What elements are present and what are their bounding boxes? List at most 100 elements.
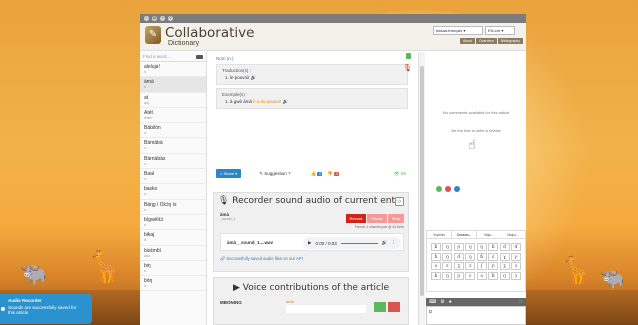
audio-format: Format: 1 channel pcm @ 44.1kHz	[354, 225, 404, 229]
keyboard-key[interactable]: ɣ	[499, 252, 510, 261]
search-icon[interactable]: ⚲	[168, 16, 173, 21]
volume-icon[interactable]: 🔊	[382, 240, 388, 246]
word-list-sidebar: Find a word... aleluja! n. àmà n. at adj. Atèt…	[140, 52, 207, 325]
about-link[interactable]: About	[459, 38, 476, 44]
keyboard-key[interactable]: ɔ	[511, 271, 521, 280]
tab-majuscules-1[interactable]: Maju...	[477, 231, 501, 238]
keyboard-key[interactable]: ɔ	[511, 262, 521, 270]
edit-badge-icon[interactable]	[406, 53, 411, 59]
word-list-item[interactable]: bóŋ n.	[140, 276, 206, 292]
approve-button[interactable]	[374, 302, 386, 312]
keyboard-key[interactable]: ʌ	[476, 271, 487, 280]
language-pair-select[interactable]: basaa-français ▾	[433, 26, 483, 35]
keyboard-key[interactable]: ŋ	[476, 243, 487, 251]
reject-button[interactable]	[388, 302, 400, 312]
keyboard-key[interactable]: ʒ	[453, 262, 464, 270]
word-list-item[interactable]: bígwèlɛ̀ɔ̀ n.	[140, 215, 206, 231]
keyboard-key[interactable]: ŋ	[465, 252, 476, 261]
scrollbar-thumb[interactable]	[420, 66, 424, 296]
audio-progress[interactable]	[340, 242, 378, 244]
keyboard-key[interactable]: ɲ	[453, 243, 464, 251]
keyboard-key[interactable]: ɲ	[488, 262, 499, 270]
keyboard-key[interactable]: ʒ	[499, 262, 510, 270]
stop-button[interactable]: Stop	[387, 214, 404, 223]
keyboard-key[interactable]: ɛ	[442, 262, 453, 270]
reload-icon[interactable]: ⟳	[519, 299, 523, 305]
comment-input[interactable]: D	[426, 306, 526, 325]
overview-link[interactable]: Overview	[476, 38, 497, 44]
keyboard-key[interactable]: ɓ	[431, 243, 441, 251]
keyboard-key[interactable]: ŋ	[499, 271, 510, 280]
keyboard-key[interactable]: ɗ	[499, 243, 510, 251]
word-list-item[interactable]: Baal n.	[140, 169, 206, 185]
settings-icon[interactable]: ⚙	[440, 299, 444, 305]
pause-button[interactable]: Pause	[367, 214, 387, 223]
logo-icon[interactable]: ✎	[145, 26, 161, 44]
word-search-input[interactable]: Find a word...	[140, 52, 206, 62]
keyboard-key[interactable]: ɔ	[465, 262, 476, 270]
keyboard-key[interactable]: ŋ	[442, 243, 453, 251]
example-speaker-icon[interactable]: 🔊	[283, 99, 289, 104]
refresh-icon[interactable]: ⟳	[395, 197, 404, 206]
word-list-item[interactable]: àmà n.	[140, 77, 206, 93]
voice-contributions-panel: ▶ Voice contributions of the article MBO…	[213, 277, 409, 325]
play-icon[interactable]: ▶	[308, 240, 311, 246]
keyboard-key[interactable]: ɓ	[476, 252, 487, 261]
microphone-icon[interactable]: 🎙	[403, 64, 412, 72]
word-list-item[interactable]: Bàrnàbàs n.	[140, 154, 206, 170]
record-button[interactable]: Record	[345, 214, 367, 223]
contribution-player[interactable]	[286, 305, 366, 313]
word-grammar: n.	[144, 222, 147, 227]
keyboard-key[interactable]: ŋ	[465, 243, 476, 251]
word-list-item[interactable]: at adj.	[140, 93, 206, 108]
word-list-item[interactable]: bisɛ̀mɓì adv.	[140, 246, 206, 261]
visibility-icon[interactable]: ●	[449, 299, 452, 305]
share-button[interactable]: < Share ▾	[216, 169, 242, 178]
tab-consonnes[interactable]: Conson...	[451, 231, 477, 238]
tab-voyelles[interactable]: Voyelles	[427, 231, 451, 238]
keyboard-key[interactable]: ɗ	[453, 252, 464, 261]
speaker-icon[interactable]: 🔊	[251, 75, 257, 80]
keyboard-key[interactable]: ʃ	[476, 262, 487, 270]
giraffe-silhouette: 🦒	[86, 250, 124, 285]
book-icon[interactable]: ▤	[152, 16, 157, 21]
article-panel: 🎙 Nom (n.) Traduction(s) : 1. le pouvoir…	[208, 52, 416, 325]
word-list-item[interactable]: basko n.	[140, 184, 206, 200]
tab-majuscules-2[interactable]: Majus...	[501, 231, 525, 238]
keyboard-key[interactable]: ƴ	[511, 252, 521, 261]
word-list-item[interactable]: Bàbilòn n.	[140, 123, 206, 139]
keyboard-key[interactable]: ɓ	[431, 271, 441, 280]
giraffe-silhouette-right: 🦒	[560, 256, 593, 286]
locale-select[interactable]: EN-cm ▾	[485, 26, 515, 35]
keyboard-key[interactable]: ɓ	[488, 271, 499, 280]
bibliography-link[interactable]: Bibliography	[497, 38, 523, 44]
keyboard-key[interactable]: ɓ	[488, 243, 499, 251]
word-list-item[interactable]: biŋ n.	[140, 261, 206, 277]
keyboard-key[interactable]: ʌ	[431, 262, 441, 270]
keyboard-key[interactable]: ŋ	[442, 252, 453, 261]
home-icon[interactable]: ⌂	[144, 16, 149, 21]
word-list-item[interactable]: bikaj n.	[140, 230, 206, 246]
word-list-item[interactable]: Bàmàbà n.	[140, 138, 206, 154]
keyboard-key[interactable]: ŋ	[442, 271, 453, 280]
audio-recorder-toast[interactable]: Audio Recorder Sounds are successfully s…	[0, 294, 92, 324]
article-scrollbar[interactable]	[418, 52, 425, 325]
keyboard-key[interactable]: ɲ	[453, 271, 464, 280]
word-list-item[interactable]: aleluja! n.	[140, 62, 206, 78]
dislike-button[interactable]: 👎 0	[327, 171, 340, 177]
audio-player[interactable]: ▶ 0:00 / 0:03 🔊 ⋮	[303, 237, 401, 249]
like-button[interactable]: 👍 0	[311, 171, 323, 177]
recorder-panel: 🎙 Recorder sound audio of current entry …	[213, 192, 409, 272]
brand-title: Collaborative	[165, 25, 255, 41]
keyboard-key[interactable]: ɛ	[488, 252, 499, 261]
keyboard-toggle-icon[interactable]: ⌨	[429, 299, 436, 305]
suggestion-button[interactable]: ✎ Suggestion ?	[259, 171, 290, 177]
word-list-item[interactable]: Atèt letter	[140, 108, 206, 124]
keyboard-key[interactable]: c	[465, 271, 476, 280]
keyboard-key[interactable]: ɓ	[431, 252, 441, 261]
more-icon[interactable]: ⋮	[392, 240, 397, 246]
word-list-item[interactable]: Bàŋg ì Ŋkɔ̀ŋ ìs n.	[140, 200, 206, 215]
list-icon[interactable]: ≡	[160, 16, 165, 21]
keyboard-key[interactable]: ɗ	[511, 243, 521, 251]
keyboard-icon[interactable]	[196, 54, 203, 59]
